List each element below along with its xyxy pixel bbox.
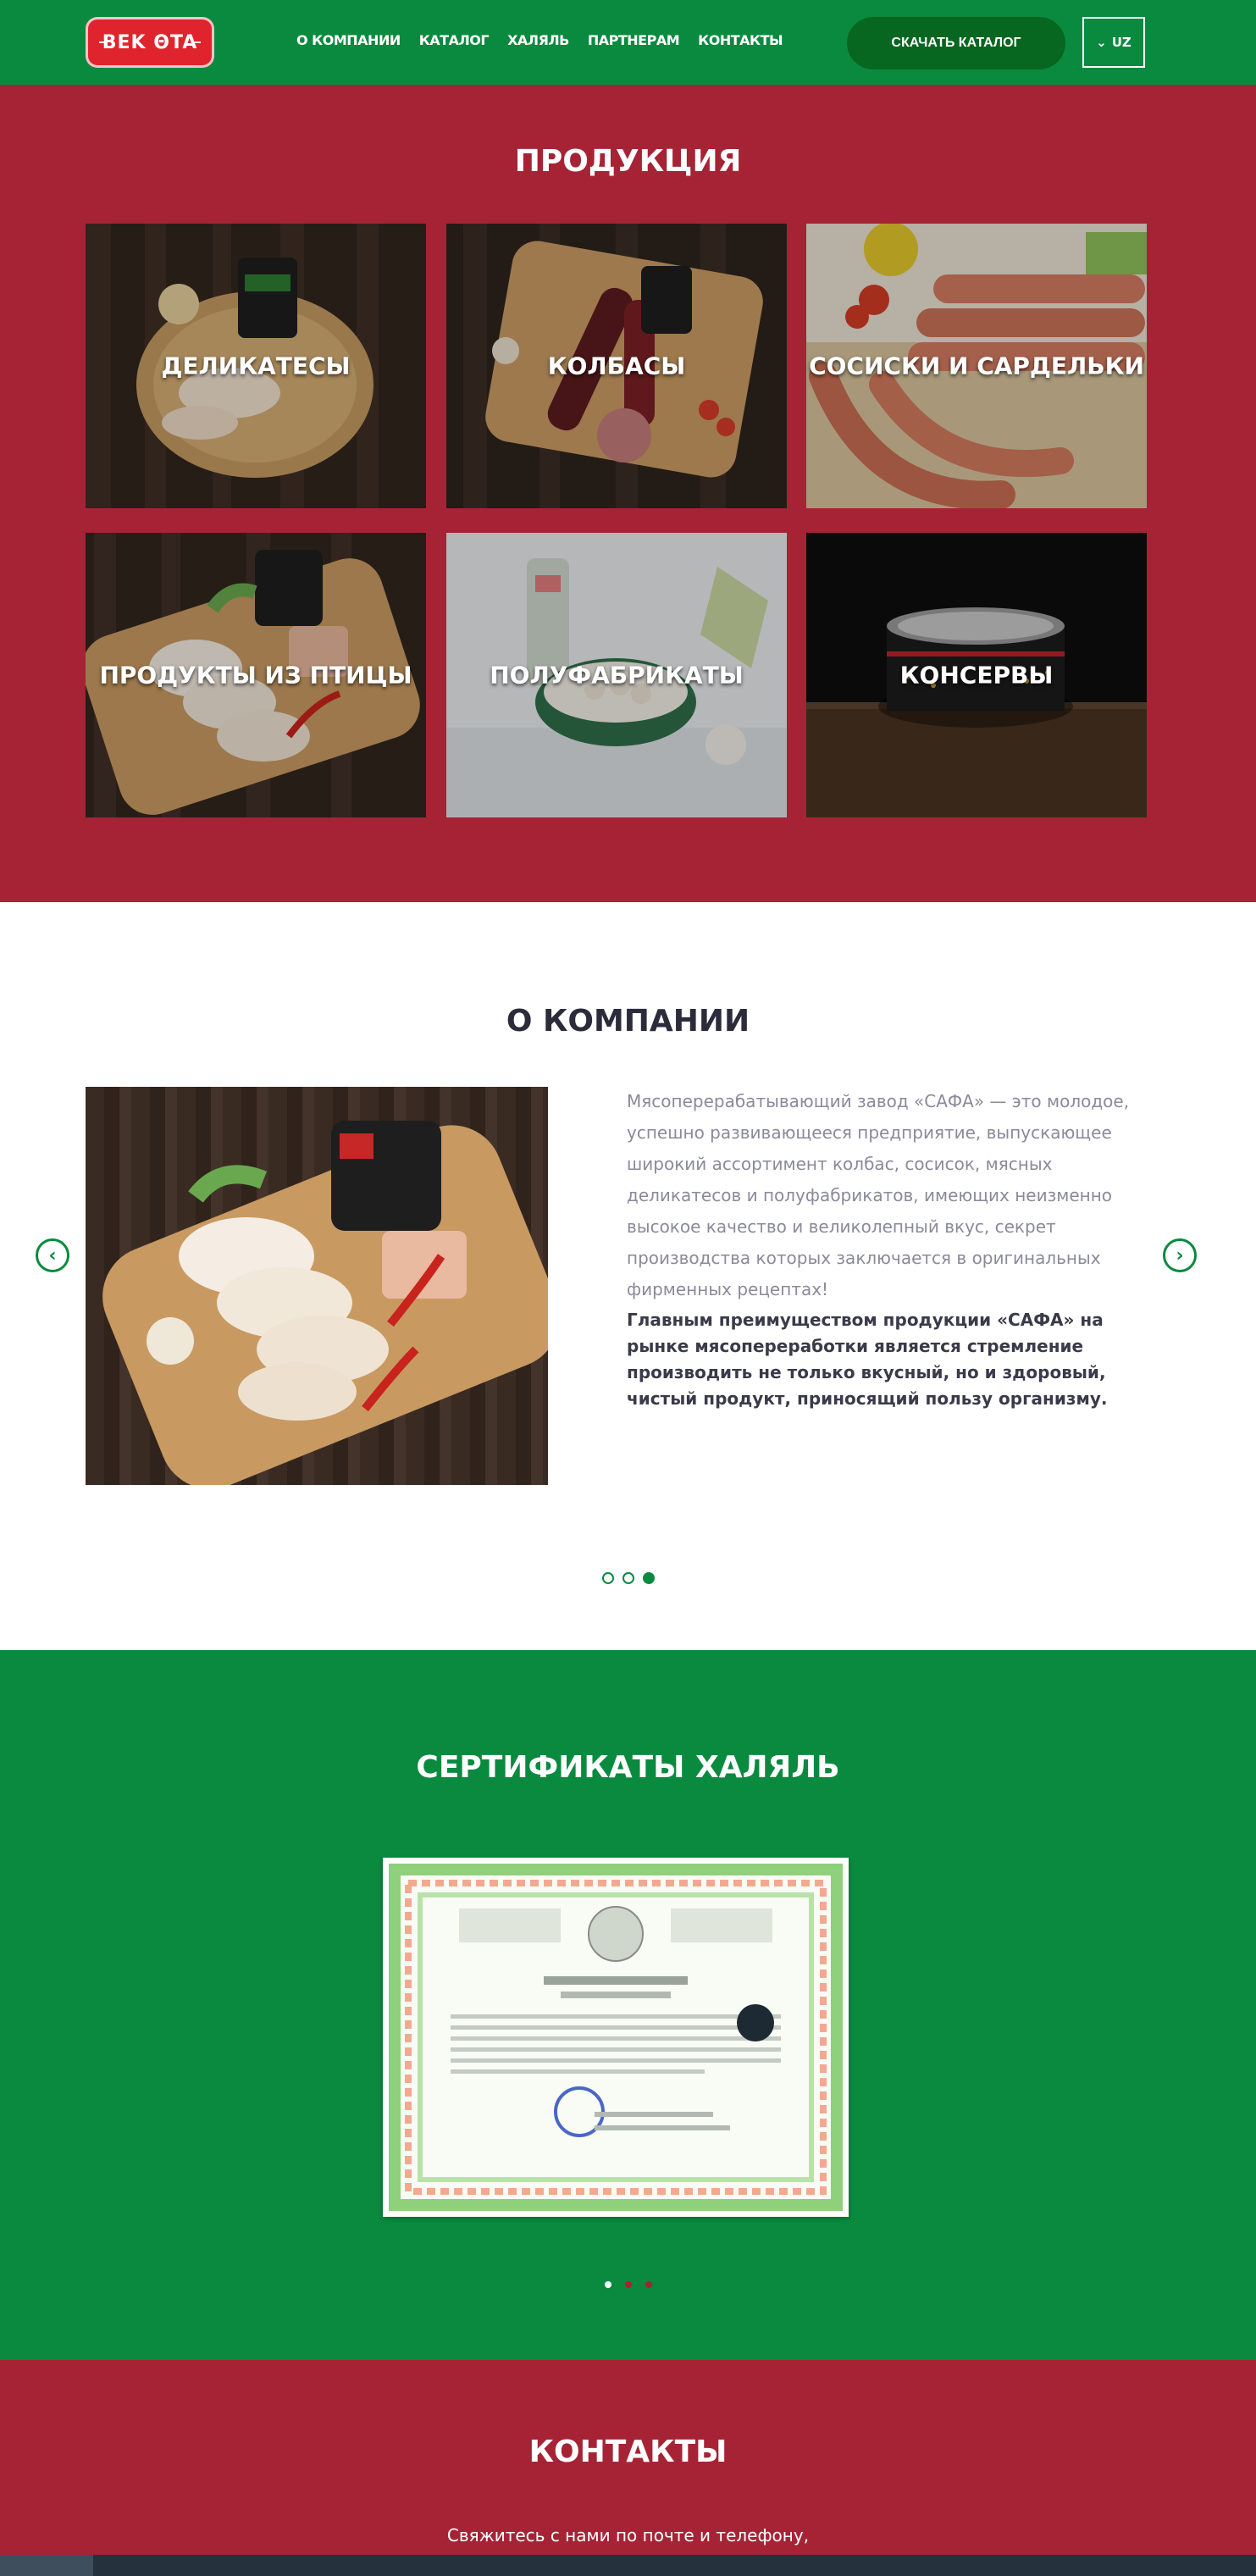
brand-logo[interactable]: BEK ΘTA <box>86 17 214 68</box>
about-prev-arrow[interactable]: ‹ <box>36 1238 69 1272</box>
chevron-right-icon: › <box>1176 1244 1184 1266</box>
nav-link-contacts[interactable]: КОНТАКТЫ <box>698 32 783 48</box>
product-tile-label: ДЕЛИКАТЕСЫ <box>161 352 351 380</box>
about-text: Мясоперерабатывающий завод «САФА» — это … <box>627 1086 1135 1412</box>
about-title: О КОМПАНИИ <box>506 1004 750 1039</box>
product-tile-frankfurters[interactable]: СОСИСКИ И САРДЕЛЬКИ <box>806 224 1147 508</box>
product-tile-canned[interactable]: КОНСЕРВЫ <box>806 533 1147 817</box>
product-tile-sausages[interactable]: КОЛБАСЫ <box>446 224 787 508</box>
product-tile-label: СОСИСКИ И САРДЕЛЬКИ <box>809 352 1144 380</box>
about-slider-dots <box>0 1572 1256 1584</box>
slider-dot-active[interactable] <box>604 2281 611 2288</box>
product-tile-label: КОНСЕРВЫ <box>899 661 1054 690</box>
contacts-section: КОНТАКТЫ Свяжитесь с нами по почте и тел… <box>0 2360 1256 2576</box>
chevron-left-icon: ‹ <box>48 1244 57 1266</box>
about-photo <box>86 1087 548 1485</box>
certificates-slider-dots <box>0 2281 1256 2288</box>
product-tile-poultry[interactable]: ПРОДУКТЫ ИЗ ПТИЦЫ <box>86 533 426 817</box>
contacts-subtitle: Свяжитесь с нами по почте и телефону, <box>446 2525 810 2546</box>
products-title: ПРОДУКЦИЯ <box>514 144 742 179</box>
nav-link-catalog[interactable]: КАТАЛОГ <box>419 32 490 48</box>
product-tile-label: ПОЛУФАБРИКАТЫ <box>490 661 744 690</box>
about-next-arrow[interactable]: › <box>1163 1238 1197 1272</box>
download-catalog-button[interactable]: СКАЧАТЬ КАТАЛОГ <box>847 17 1065 69</box>
product-tile-label: КОЛБАСЫ <box>547 352 686 380</box>
main-nav: О КОМПАНИИ КАТАЛОГ ХАЛЯЛЬ ПАРТНЕРАМ КОНТ… <box>296 32 783 48</box>
bottom-bar <box>0 2555 1256 2576</box>
products-section: ПРОДУКЦИЯ ДЕЛИКАТЕСЫ КОЛБАСЫ СОСИСКИ И С… <box>0 85 1256 902</box>
nav-link-partners[interactable]: ПАРТНЕРАМ <box>588 32 680 48</box>
slider-dot[interactable] <box>601 1572 614 1584</box>
contacts-title: КОНТАКТЫ <box>528 2435 728 2469</box>
bottom-bar-accent <box>0 2555 93 2576</box>
certificates-section: СЕРТИФИКАТЫ ХАЛЯЛЬ <box>0 1650 1256 2360</box>
about-paragraph: Мясоперерабатывающий завод «САФА» — это … <box>627 1091 1130 1299</box>
slider-dot[interactable] <box>622 1572 634 1584</box>
about-highlight: Главным преимуществом продукции «САФА» н… <box>627 1310 1108 1409</box>
slider-dot[interactable] <box>645 2281 652 2288</box>
nav-link-halal[interactable]: ХАЛЯЛЬ <box>507 32 569 48</box>
halal-certificate-image[interactable] <box>383 1858 849 2217</box>
product-tile-semi-finished[interactable]: ПОЛУФАБРИКАТЫ <box>446 533 787 817</box>
language-code: UZ <box>1111 35 1132 50</box>
chevron-down-icon: ⌄ <box>1096 35 1107 50</box>
nav-link-about[interactable]: О КОМПАНИИ <box>296 32 401 48</box>
certificate-document <box>389 1864 843 2211</box>
site-header: BEK ΘTA О КОМПАНИИ КАТАЛОГ ХАЛЯЛЬ ПАРТНЕ… <box>0 0 1256 85</box>
language-selector[interactable]: ⌄ UZ <box>1082 17 1145 68</box>
logo-text: BEK ΘTA <box>102 31 198 53</box>
slider-dot-active[interactable] <box>642 1572 655 1584</box>
certificates-title: СЕРТИФИКАТЫ ХАЛЯЛЬ <box>416 1750 840 1785</box>
product-tile-label: ПРОДУКТЫ ИЗ ПТИЦЫ <box>99 661 412 690</box>
product-tile-delicacies[interactable]: ДЕЛИКАТЕСЫ <box>86 224 426 508</box>
slider-dot[interactable] <box>624 2281 632 2288</box>
poultry-board-image <box>102 1121 548 1485</box>
